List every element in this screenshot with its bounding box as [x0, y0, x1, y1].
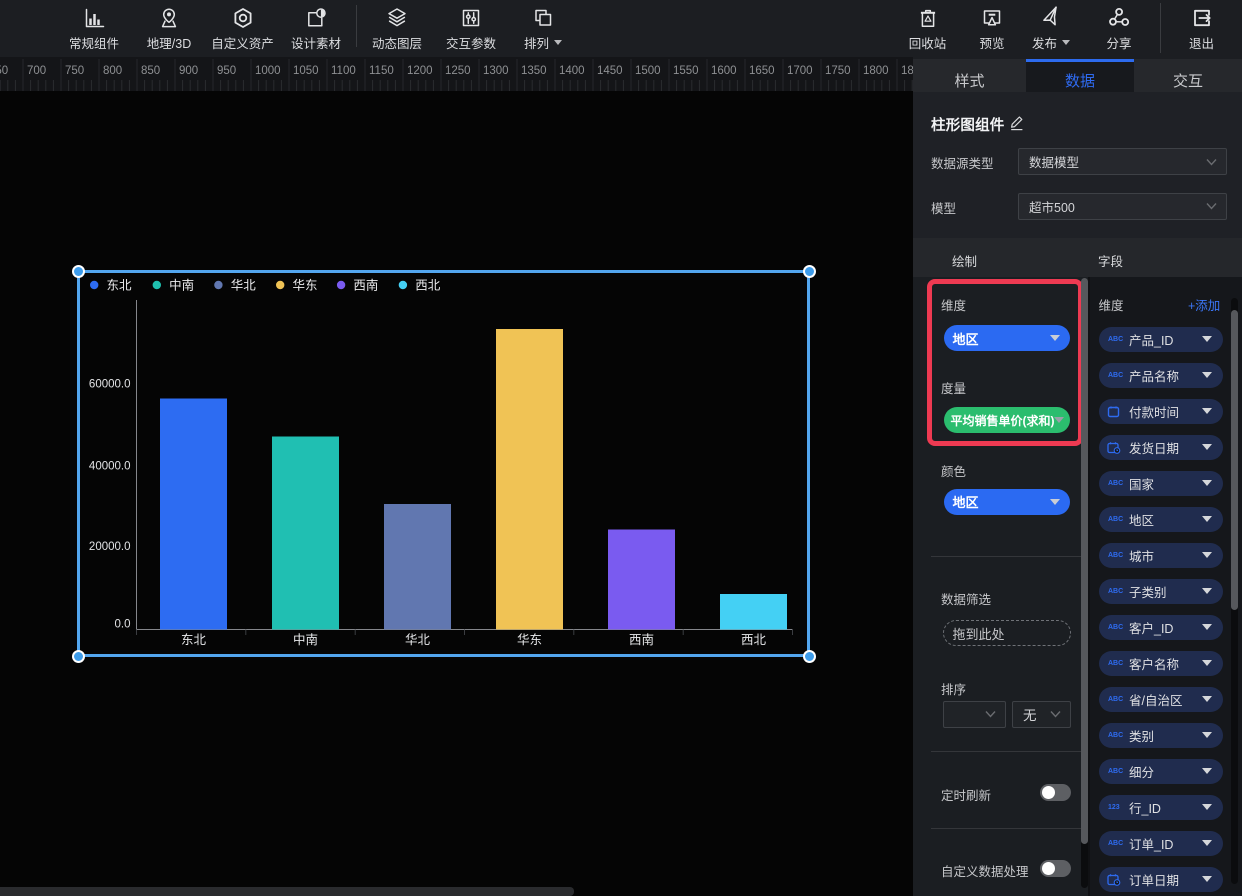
svg-text:60000.0: 60000.0 [89, 379, 131, 391]
svg-text:中南: 中南 [293, 632, 318, 647]
svg-text:40000.0: 40000.0 [89, 461, 131, 473]
svg-text:20000.0: 20000.0 [89, 541, 131, 553]
svg-text:西南: 西南 [629, 632, 654, 647]
svg-text:中南: 中南 [169, 278, 194, 293]
svg-text:华北: 华北 [405, 632, 431, 647]
svg-text:华东: 华东 [517, 632, 542, 647]
svg-text:西南: 西南 [353, 278, 378, 293]
svg-text:东北: 东北 [181, 633, 207, 647]
svg-text:西北: 西北 [415, 279, 441, 293]
svg-text:0.0: 0.0 [115, 619, 131, 631]
svg-text:东北: 东北 [107, 279, 133, 293]
svg-text:华东: 华东 [293, 278, 318, 293]
svg-text:华北: 华北 [231, 278, 257, 293]
svg-text:西北: 西北 [741, 633, 767, 647]
